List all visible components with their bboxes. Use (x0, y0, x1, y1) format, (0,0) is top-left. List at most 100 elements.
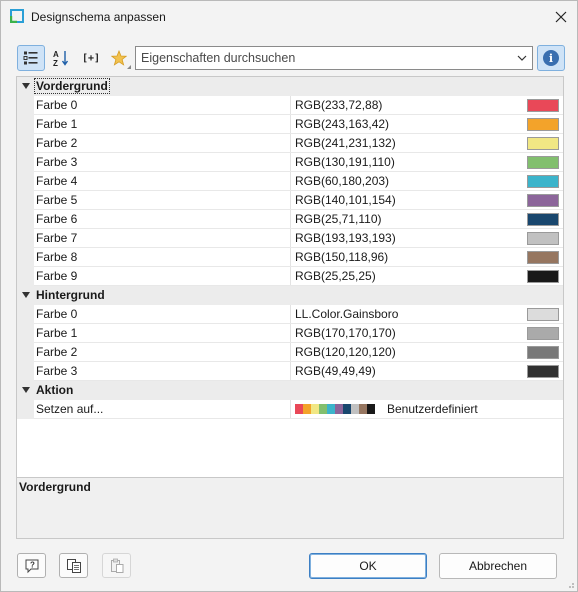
collapse-triangle-icon[interactable] (22, 292, 30, 298)
palette-color-chip (295, 404, 303, 414)
collapse-triangle-icon[interactable] (22, 387, 30, 393)
color-swatch[interactable] (527, 137, 559, 150)
sort-az-icon: A Z (53, 50, 69, 67)
title-bar: Designschema anpassen (1, 1, 577, 33)
help-icon: ? (25, 559, 38, 573)
chevron-down-icon (517, 55, 527, 61)
property-row[interactable]: Setzen auf... Benutzerdefiniert (17, 400, 563, 419)
palette-color-chip (303, 404, 311, 414)
property-row[interactable]: Farbe 0 RGB(233,72,88) (17, 96, 563, 115)
property-name: Farbe 2 (36, 136, 78, 150)
palette-color-chip (335, 404, 343, 414)
palette-color-chip (311, 404, 319, 414)
star-icon (111, 50, 127, 66)
category-row-vordergrund[interactable]: Vordergrund (17, 77, 563, 96)
property-search-input[interactable] (136, 47, 512, 69)
info-button[interactable]: i (537, 45, 565, 71)
color-swatch[interactable] (527, 270, 559, 283)
property-value[interactable]: Benutzerdefiniert (387, 402, 478, 416)
property-row[interactable]: Farbe 5 RGB(140,101,154) (17, 191, 563, 210)
property-value[interactable]: RGB(140,101,154) (295, 193, 396, 207)
property-search-combo[interactable] (135, 46, 533, 70)
palette-color-chip (351, 404, 359, 414)
property-value[interactable]: RGB(233,72,88) (295, 98, 382, 112)
property-row[interactable]: Farbe 2 RGB(120,120,120) (17, 343, 563, 362)
help-button[interactable]: ? (17, 553, 46, 578)
property-value[interactable]: RGB(241,231,132) (295, 136, 396, 150)
color-swatch[interactable] (527, 118, 559, 131)
collapse-triangle-icon[interactable] (22, 83, 30, 89)
ok-button[interactable]: OK (309, 553, 427, 579)
color-swatch[interactable] (527, 213, 559, 226)
color-swatch[interactable] (527, 308, 559, 321)
svg-text:Z: Z (53, 59, 58, 67)
property-row[interactable]: Farbe 8 RGB(150,118,96) (17, 248, 563, 267)
search-dropdown-button[interactable] (514, 50, 530, 66)
property-name: Farbe 3 (36, 155, 78, 169)
property-value[interactable]: RGB(243,163,42) (295, 117, 389, 131)
color-swatch[interactable] (527, 232, 559, 245)
category-label: Hintergrund (36, 288, 105, 302)
property-row[interactable]: Farbe 4 RGB(60,180,203) (17, 172, 563, 191)
property-name: Farbe 7 (36, 231, 78, 245)
categorized-view-button[interactable] (17, 45, 45, 71)
color-swatch[interactable] (527, 194, 559, 207)
property-value[interactable]: RGB(130,191,110) (295, 155, 395, 169)
color-swatch[interactable] (527, 251, 559, 264)
expand-all-button[interactable]: [+] (77, 45, 105, 71)
property-value[interactable]: RGB(25,71,110) (295, 212, 382, 226)
property-row[interactable]: Farbe 9 RGB(25,25,25) (17, 267, 563, 286)
property-value[interactable]: RGB(60,180,203) (295, 174, 389, 188)
property-row[interactable]: Farbe 7 RGB(193,193,193) (17, 229, 563, 248)
property-value[interactable]: RGB(49,49,49) (295, 364, 376, 378)
property-value[interactable]: RGB(170,170,170) (295, 326, 396, 340)
property-row[interactable]: Farbe 2 RGB(241,231,132) (17, 134, 563, 153)
property-row[interactable]: Farbe 3 RGB(49,49,49) (17, 362, 563, 381)
property-row[interactable]: Farbe 3 RGB(130,191,110) (17, 153, 563, 172)
app-logo-icon (10, 9, 24, 23)
category-row-aktion[interactable]: Aktion (17, 381, 563, 400)
property-name: Farbe 9 (36, 269, 78, 283)
category-row-hintergrund[interactable]: Hintergrund (17, 286, 563, 305)
category-label: Vordergrund (34, 78, 110, 94)
property-value[interactable]: LL.Color.Gainsboro (295, 307, 398, 321)
description-title: Vordergrund (19, 480, 91, 494)
property-value[interactable]: RGB(120,120,120) (295, 345, 396, 359)
close-button[interactable] (547, 4, 575, 30)
color-swatch[interactable] (527, 99, 559, 112)
property-name: Farbe 1 (36, 326, 78, 340)
color-swatch[interactable] (527, 175, 559, 188)
palette-color-chip (327, 404, 335, 414)
copy-button[interactable] (59, 553, 88, 578)
color-swatch[interactable] (527, 365, 559, 378)
palette-color-chip (367, 404, 375, 414)
property-value[interactable]: RGB(150,118,96) (295, 250, 388, 264)
property-name: Farbe 1 (36, 117, 78, 131)
property-name: Farbe 0 (36, 307, 78, 321)
category-label: Aktion (36, 383, 74, 397)
resize-grip-icon[interactable] (565, 579, 575, 589)
close-icon (555, 11, 567, 23)
cancel-button[interactable]: Abbrechen (439, 553, 557, 579)
property-value[interactable]: RGB(193,193,193) (295, 231, 396, 245)
property-value[interactable]: RGB(25,25,25) (295, 269, 376, 283)
paste-button[interactable] (102, 553, 131, 578)
color-swatch[interactable] (527, 156, 559, 169)
favorites-button[interactable] (105, 45, 133, 71)
palette-preview[interactable] (295, 404, 375, 414)
dialog-window: Designschema anpassen A Z [+] Eigenschaf… (0, 0, 578, 592)
property-row[interactable]: Farbe 1 RGB(243,163,42) (17, 115, 563, 134)
property-row[interactable]: Farbe 6 RGB(25,71,110) (17, 210, 563, 229)
color-swatch[interactable] (527, 346, 559, 359)
property-name: Farbe 8 (36, 250, 78, 264)
palette-color-chip (359, 404, 367, 414)
property-row[interactable]: Farbe 0 LL.Color.Gainsboro (17, 305, 563, 324)
property-grid[interactable]: Vordergrund Farbe 0 RGB(233,72,88) Farbe… (16, 76, 564, 478)
sort-alphabetical-button[interactable]: A Z (47, 45, 75, 71)
property-row[interactable]: Farbe 1 RGB(170,170,170) (17, 324, 563, 343)
color-swatch[interactable] (527, 327, 559, 340)
palette-color-chip (343, 404, 351, 414)
info-icon: i (543, 50, 559, 66)
property-toolbar: A Z [+] i (15, 44, 565, 72)
property-name: Farbe 6 (36, 212, 78, 226)
